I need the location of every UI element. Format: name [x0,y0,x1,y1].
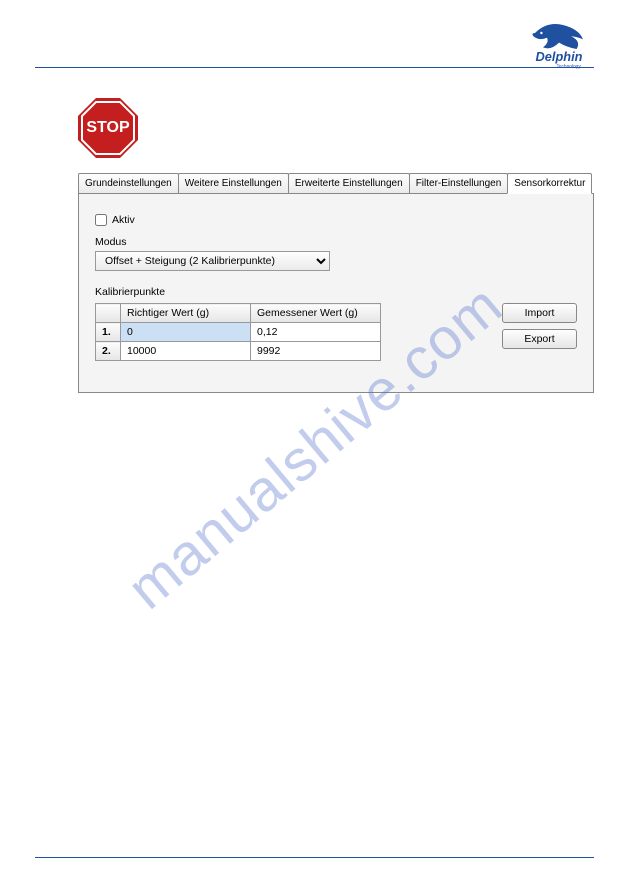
table-row[interactable]: 2. 10000 9992 [96,342,381,361]
cell-correct[interactable]: 0 [121,323,251,342]
col-header-measured: Gemessener Wert (g) [251,304,381,323]
col-header-correct: Richtiger Wert (g) [121,304,251,323]
svg-text:Technology: Technology [556,63,581,69]
import-button[interactable]: Import [502,303,577,323]
modus-select[interactable]: Offset + Steigung (2 Kalibrierpunkte) [95,251,330,271]
cell-measured[interactable]: 0,12 [251,323,381,342]
tab-weitere-einstellungen[interactable]: Weitere Einstellungen [178,173,289,193]
cell-correct[interactable]: 10000 [121,342,251,361]
page-header: Delphin Technology [35,0,594,68]
active-checkbox[interactable] [95,214,107,226]
delphin-logo: Delphin Technology [519,15,599,75]
export-button[interactable]: Export [502,329,577,349]
active-label: Aktiv [112,214,135,226]
stop-notice: STOP [78,98,594,158]
tab-filter-einstellungen[interactable]: Filter-Einstellungen [409,173,509,193]
settings-dialog: Grundeinstellungen Weitere Einstellungen… [78,173,594,393]
calibration-table: Richtiger Wert (g) Gemessener Wert (g) 1… [95,303,381,361]
cell-measured[interactable]: 9992 [251,342,381,361]
col-header-num [96,304,121,323]
tab-erweiterte-einstellungen[interactable]: Erweiterte Einstellungen [288,173,410,193]
table-row[interactable]: 1. 0 0,12 [96,323,381,342]
svg-text:Delphin: Delphin [536,49,583,64]
modus-label: Modus [95,236,577,248]
page-footer [35,857,594,858]
cell-num: 1. [96,323,121,342]
tab-bar: Grundeinstellungen Weitere Einstellungen… [78,173,594,193]
cell-num: 2. [96,342,121,361]
tab-grundeinstellungen[interactable]: Grundeinstellungen [78,173,179,193]
stop-icon: STOP [78,98,138,158]
kalibrierpunkte-label: Kalibrierpunkte [95,286,577,298]
tab-panel-sensorkorrektur: Aktiv Modus Offset + Steigung (2 Kalibri… [78,193,594,393]
tab-sensorkorrektur[interactable]: Sensorkorrektur [507,173,592,194]
